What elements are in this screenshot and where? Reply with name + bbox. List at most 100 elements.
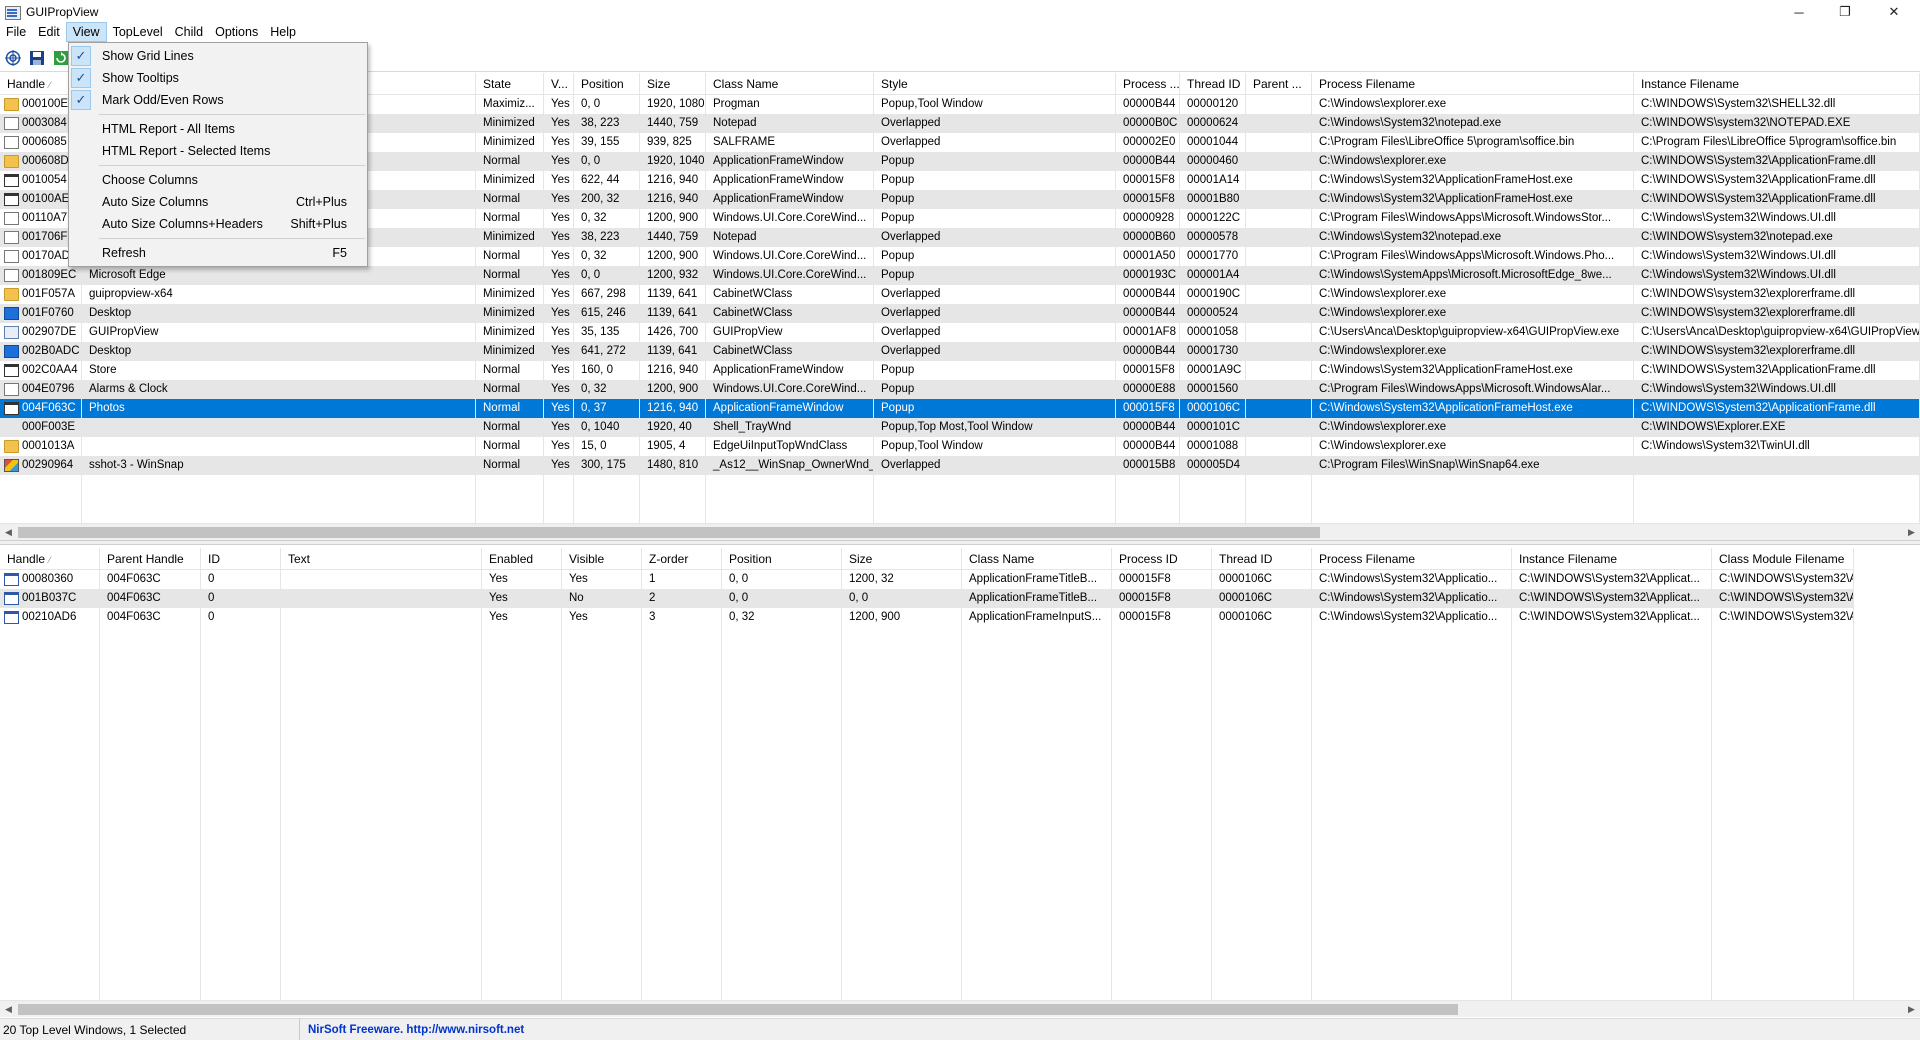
scroll-right-icon[interactable]: ▶	[1903, 1001, 1920, 1018]
column-header[interactable]: Process ...	[1116, 73, 1180, 95]
scroll-thumb[interactable]	[18, 1004, 1458, 1015]
menu-options[interactable]: Options	[209, 22, 264, 42]
table-cell: Popup	[874, 380, 1116, 399]
table-row[interactable]: 004E0796 Alarms & Clock Normal Yes 0, 32 1200…	[0, 380, 1920, 399]
menu-help[interactable]: Help	[264, 22, 302, 42]
table-cell: C:\Windows\System32\Windows.UI.dll	[1634, 247, 1920, 266]
table-cell	[1246, 95, 1312, 114]
column-header[interactable]: Instance Filename	[1512, 548, 1712, 570]
scroll-right-icon[interactable]: ▶	[1903, 524, 1920, 541]
view-menu-item[interactable]: HTML Report - All Items	[69, 118, 367, 140]
pane-splitter[interactable]	[0, 540, 1920, 545]
column-header[interactable]: V...	[544, 73, 574, 95]
table-cell: CabinetWClass	[706, 342, 874, 361]
column-header[interactable]: Parent ...	[1246, 73, 1312, 95]
table-row[interactable]: 004F063C Photos Normal Yes 0, 37 1216, 940 App…	[0, 399, 1920, 418]
column-header[interactable]: Size	[640, 73, 706, 95]
cell-text: 004E0796	[22, 383, 75, 395]
nirsoft-link[interactable]: NirSoft Freeware. http://www.nirsoft.net	[300, 1024, 524, 1036]
table-cell: C:\Program Files\WinSnap\WinSnap64.exe	[1312, 456, 1634, 475]
table-cell: C:\WINDOWS\system32\notepad.exe	[1634, 228, 1920, 247]
table-row[interactable]: 000F003E Normal Yes 0, 1040 1920, 40 Shell_Tr…	[0, 418, 1920, 437]
table-cell: EdgeUiInputTopWndClass	[706, 437, 874, 456]
table-cell	[1246, 114, 1312, 133]
target-icon[interactable]	[2, 47, 24, 69]
grid-line	[200, 570, 201, 1000]
column-header[interactable]: Text	[281, 548, 482, 570]
table-row[interactable]: 00210AD6 004F063C 0 Yes Yes 3 0, 32 1200, 900 Ap…	[0, 608, 1854, 627]
table-cell: Popup	[874, 266, 1116, 285]
view-menu-item[interactable]: Auto Size Columns Ctrl+Plus	[69, 191, 367, 213]
column-header[interactable]: Thread ID	[1180, 73, 1246, 95]
view-menu-item[interactable]: ✓ Show Grid Lines	[69, 45, 367, 67]
column-header[interactable]: Enabled	[482, 548, 562, 570]
maximize-button[interactable]: ❐	[1822, 0, 1868, 24]
table-row[interactable]: 002B0ADC Desktop Minimized Yes 641, 272 1139,…	[0, 342, 1920, 361]
table-cell: Overlapped	[874, 228, 1116, 247]
table-row[interactable]: 002C0AA4 Store Normal Yes 160, 0 1216, 940 App…	[0, 361, 1920, 380]
table-cell: 00000524	[1180, 304, 1246, 323]
scroll-left-icon[interactable]: ◀	[0, 1001, 17, 1018]
column-header[interactable]: State	[476, 73, 544, 95]
column-header[interactable]: Instance Filename	[1634, 73, 1920, 95]
view-menu-item[interactable]: ✓ Mark Odd/Even Rows	[69, 89, 367, 111]
table-cell: 1139, 641	[640, 304, 706, 323]
column-header[interactable]: Class Name	[706, 73, 874, 95]
table-row[interactable]: 00080360 004F063C 0 Yes Yes 1 0, 0 1200, 32 Appl…	[0, 570, 1854, 589]
minimize-button[interactable]: ─	[1776, 0, 1822, 24]
menu-file[interactable]: File	[0, 22, 32, 42]
table-cell: Yes	[482, 608, 562, 627]
cell-text: 001706F	[22, 231, 68, 243]
table-row[interactable]: 0001013A Normal Yes 15, 0 1905, 4 EdgeUiInput…	[0, 437, 1920, 456]
table-cell: C:\WINDOWS\system32\explorerframe.dll	[1634, 285, 1920, 304]
bottom-horizontal-scrollbar[interactable]: ◀ ▶	[0, 1000, 1920, 1017]
menu-child[interactable]: Child	[169, 22, 210, 42]
table-cell: 000015F8	[1116, 190, 1180, 209]
column-header[interactable]: Process Filename	[1312, 548, 1512, 570]
menu-edit[interactable]: Edit	[32, 22, 66, 42]
table-cell	[1246, 228, 1312, 247]
table-cell: Maximiz...	[476, 95, 544, 114]
table-row[interactable]: 00290964 sshot-3 - WinSnap Normal Yes 300, 1…	[0, 456, 1920, 475]
column-header[interactable]: Size	[842, 548, 962, 570]
save-icon[interactable]	[26, 47, 48, 69]
view-menu-item[interactable]: Choose Columns	[69, 169, 367, 191]
column-header[interactable]: Position	[722, 548, 842, 570]
grid-line	[961, 570, 962, 1000]
cell-handle: 004F063C	[0, 399, 82, 418]
view-menu-item[interactable]: Refresh F5	[69, 242, 367, 264]
table-row[interactable]: 002907DE GUIPropView Minimized Yes 35, 135 14…	[0, 323, 1920, 342]
table-row[interactable]: 001F057A guipropview-x64 Minimized Yes 667, …	[0, 285, 1920, 304]
scroll-thumb[interactable]	[18, 527, 1320, 538]
table-row[interactable]: 001B037C 004F063C 0 Yes No 2 0, 0 0, 0 Applicati…	[0, 589, 1854, 608]
table-cell: 1905, 4	[640, 437, 706, 456]
table-cell	[82, 418, 476, 437]
column-header[interactable]: Class Module Filename	[1712, 548, 1854, 570]
child-windows-list[interactable]: Handle ⁄ Parent Handle ID Text Enabled Visible…	[0, 548, 1920, 1000]
table-row[interactable]: 001F0760 Desktop Minimized Yes 615, 246 1139,…	[0, 304, 1920, 323]
menu-view[interactable]: View	[65, 22, 107, 42]
column-header[interactable]: Style	[874, 73, 1116, 95]
column-header[interactable]: Z-order	[642, 548, 722, 570]
close-button[interactable]: ✕	[1868, 0, 1920, 24]
column-header[interactable]: Parent Handle	[100, 548, 201, 570]
column-header[interactable]: Thread ID	[1212, 548, 1312, 570]
column-header[interactable]: Class Name	[962, 548, 1112, 570]
top-horizontal-scrollbar[interactable]: ◀ ▶	[0, 523, 1920, 540]
small-icon	[4, 573, 19, 586]
table-cell: 1200, 932	[640, 266, 706, 285]
view-menu-item[interactable]: ✓ Show Tooltips	[69, 67, 367, 89]
view-menu-item[interactable]: HTML Report - Selected Items	[69, 140, 367, 162]
cell-text: 001F057A	[22, 288, 76, 300]
column-header[interactable]: ID	[201, 548, 281, 570]
column-header[interactable]: Handle ⁄	[0, 548, 100, 570]
column-header[interactable]: Process Filename	[1312, 73, 1634, 95]
table-cell: _As12__WinSnap_OwnerWnd_	[706, 456, 874, 475]
table-row[interactable]: 001809EC Microsoft Edge Normal Yes 0, 0 1200,…	[0, 266, 1920, 285]
column-header[interactable]: Process ID	[1112, 548, 1212, 570]
menu-toplevel[interactable]: TopLevel	[107, 22, 169, 42]
scroll-left-icon[interactable]: ◀	[0, 524, 17, 541]
column-header[interactable]: Position	[574, 73, 640, 95]
column-header[interactable]: Visible	[562, 548, 642, 570]
view-menu-item[interactable]: Auto Size Columns+Headers Shift+Plus	[69, 213, 367, 235]
